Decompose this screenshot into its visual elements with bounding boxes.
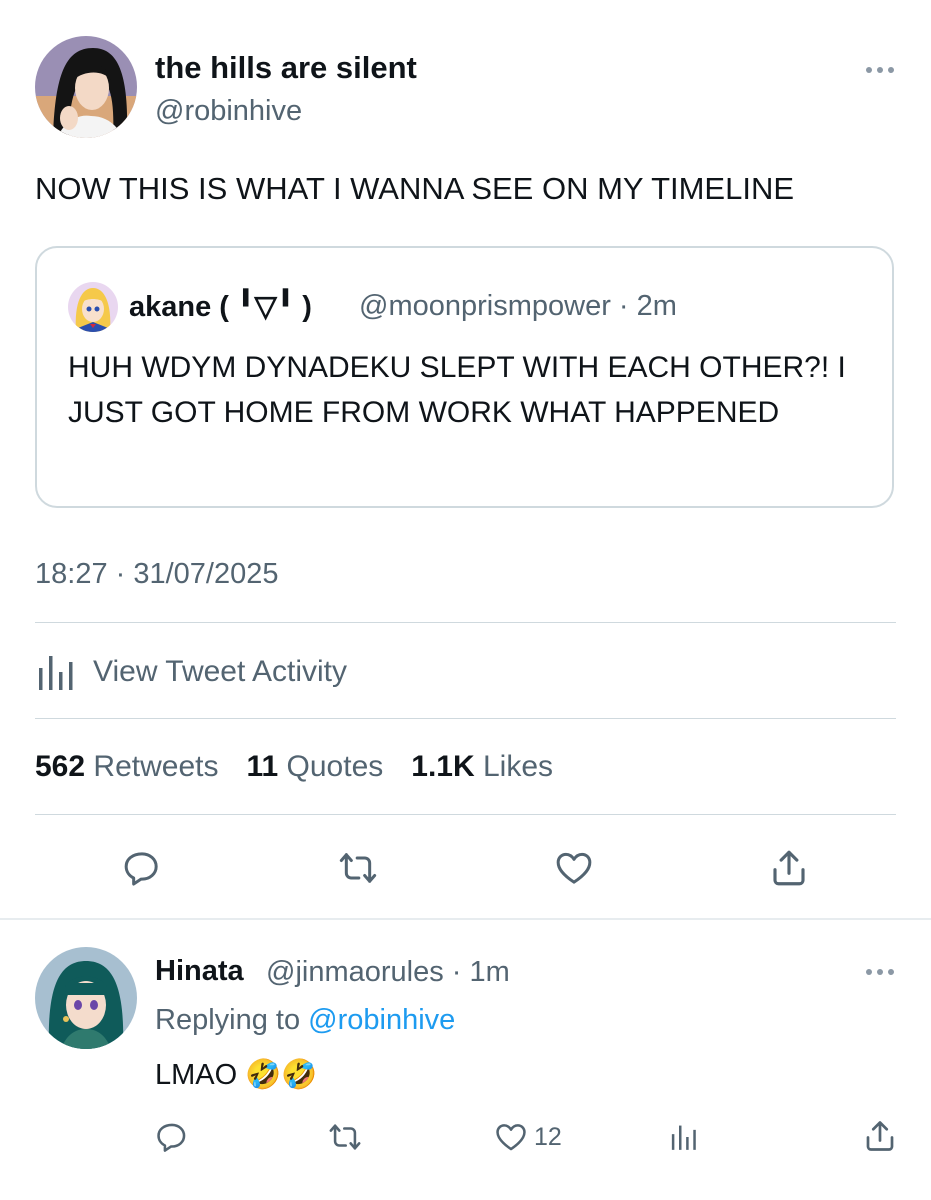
quote-text: HUH WDYM DYNADEKU SLEPT WITH EACH OTHER?… [68,351,846,429]
view-tweet-activity[interactable]: View Tweet Activity [35,650,347,694]
reply-icon[interactable] [118,846,166,890]
quote-handle-time: @moonprismpower · 2m [359,290,677,322]
section-divider [0,918,931,920]
retweet-icon[interactable] [333,846,383,890]
analytics-icon[interactable] [666,1117,702,1157]
replying-to: Replying to @robinhive [155,1004,456,1036]
likes-stat[interactable]: 1.1K Likes [411,750,553,784]
reply-text: LMAO 🤣🤣 [155,1059,318,1091]
retweets-stat[interactable]: 562 Retweets [35,750,218,784]
divider [35,718,896,719]
like-button[interactable]: 12 [494,1117,562,1157]
quote-display-name: akane ( ╹▽╹ ) [129,291,312,323]
divider [35,814,896,815]
engagement-stats: 562 Retweets 11 Quotes 1.1K Likes [35,750,581,784]
more-options-icon[interactable] [866,67,894,73]
quotes-stat[interactable]: 11 Quotes [246,750,383,784]
reply-icon[interactable] [152,1117,192,1157]
like-icon[interactable] [550,846,598,890]
user-handle[interactable]: @robinhive [155,95,302,128]
reply-avatar[interactable] [35,947,137,1049]
activity-label: View Tweet Activity [93,655,348,688]
quote-avatar [68,282,118,332]
like-count: 12 [534,1122,562,1151]
avatar[interactable] [35,36,137,138]
analytics-icon [39,656,73,690]
divider [35,622,896,623]
retweet-icon[interactable] [324,1117,366,1157]
reply-handle-time: @jinmaorules · 1m [266,956,510,988]
like-icon [496,1124,526,1151]
share-icon[interactable] [765,846,813,890]
more-options-icon[interactable] [866,969,894,975]
share-icon[interactable] [860,1116,900,1156]
replying-to-link[interactable]: @robinhive [308,1004,455,1036]
reply-display-name[interactable]: Hinata [155,955,244,988]
tweet-text: NOW THIS IS WHAT I WANNA SEE ON MY TIMEL… [35,171,795,206]
tweet-timestamp: 18:27 · 31/07/2025 [35,558,279,590]
display-name[interactable]: the hills are silent [155,50,417,86]
